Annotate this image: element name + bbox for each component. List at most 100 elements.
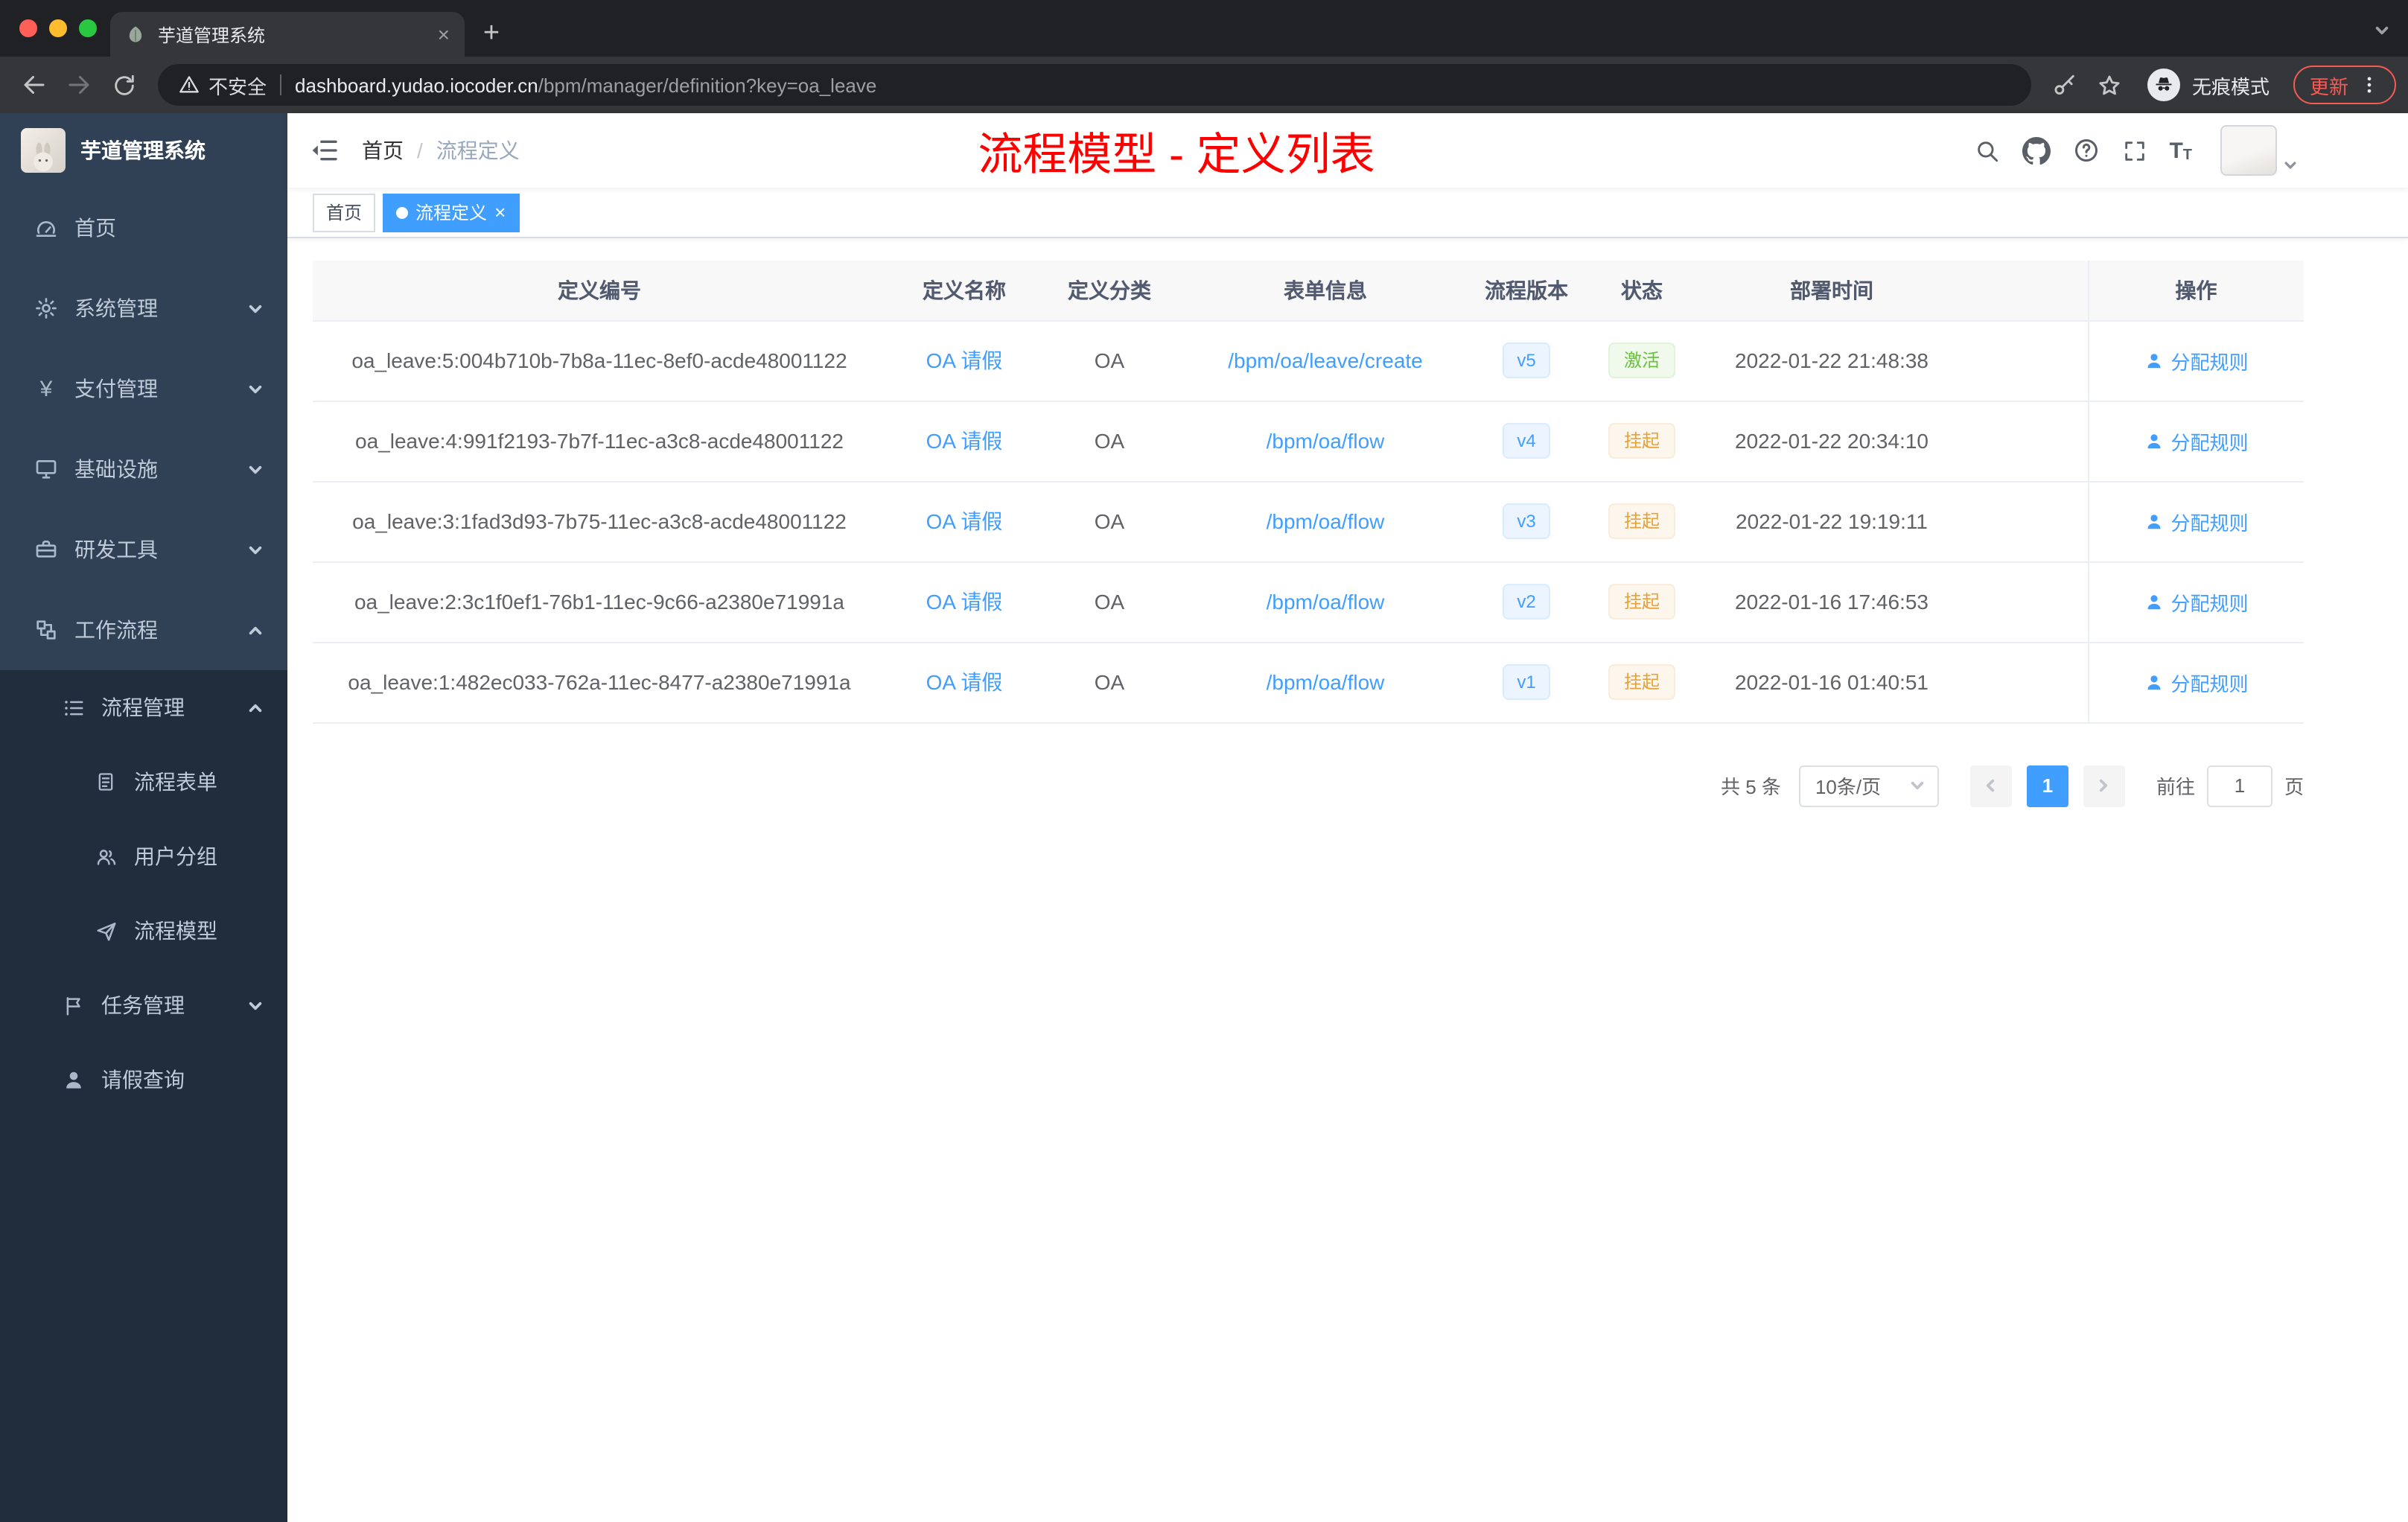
app-logo[interactable]: 芋道管理系统 [0,113,287,188]
page-size-select[interactable]: 10条/页 [1798,765,1939,806]
github-icon[interactable] [2022,136,2051,165]
action-label: 分配规则 [2170,351,2249,373]
sidebar-item-workflow[interactable]: 工作流程 [0,590,287,670]
security-chip[interactable]: 不安全 [179,71,267,99]
user-avatar[interactable] [2220,125,2277,176]
definition-name-link[interactable]: OA 请假 [926,509,1003,533]
status-badge: 挂起 [1608,584,1675,620]
topbar-actions: TT [1974,125,2298,176]
assign-rule-link[interactable]: 分配规则 [2144,427,2249,455]
warning-icon [179,76,199,93]
close-window-button[interactable] [19,19,37,37]
definition-name-link[interactable]: OA 请假 [926,590,1003,614]
sidebar-item-process-mgmt[interactable]: 流程管理 [0,670,287,745]
sidebar-item-task-mgmt[interactable]: 任务管理 [0,968,287,1042]
browser-tab[interactable]: 芋道管理系统 × [110,12,465,57]
font-size-icon[interactable]: TT [2169,138,2192,163]
next-page-button[interactable] [2083,765,2125,806]
tab-search-chevron-icon[interactable] [2374,19,2390,46]
sidebar-toggle-icon[interactable] [287,136,362,165]
pagination-total: 共 5 条 [1721,776,1781,798]
definition-id: oa_leave:1:482ec033-762a-11ec-8477-a2380… [313,642,886,723]
definition-category: OA [1042,320,1176,401]
active-dot [396,206,409,218]
url-path: /bpm/manager/definition?key=oa_leave [538,74,877,96]
search-icon[interactable] [1974,138,1999,163]
new-tab-button[interactable]: + [471,13,512,55]
sidebar-item-process-model[interactable]: 流程模型 [0,894,287,968]
sidebar-item-infrastructure[interactable]: 基础设施 [0,429,287,509]
tag-home[interactable]: 首页 [313,193,376,232]
toolbox-icon [33,538,60,561]
chevron-down-icon [247,997,264,1013]
table-row: oa_leave:2:3c1f0ef1-76b1-11ec-9c66-a2380… [313,561,2304,643]
form-link[interactable]: /bpm/oa/flow [1267,429,1385,453]
form-link[interactable]: /bpm/oa/leave/create [1228,348,1423,372]
col-spacer [1958,261,2088,321]
sidebar-item-label: 流程表单 [134,770,217,794]
forward-icon[interactable] [57,63,101,107]
definition-name-link[interactable]: OA 请假 [926,348,1003,372]
sidebar-item-payment-mgmt[interactable]: ¥ 支付管理 [0,348,287,429]
version-badge: v2 [1502,584,1551,620]
fullscreen-icon[interactable] [2121,138,2147,163]
gear-icon [33,296,60,320]
form-link[interactable]: /bpm/oa/flow [1267,670,1385,694]
sidebar-item-system-mgmt[interactable]: 系统管理 [0,268,287,348]
browser-menu-dots-icon[interactable] [2359,74,2380,95]
content-area: 首页 / 流程定义 流程模型 - 定义列表 T T 首页 流程定义 × 定义编号… [287,113,2408,1522]
goto-page-input[interactable] [2206,765,2272,806]
deploy-time: 2022-01-16 01:40:51 [1705,642,1958,723]
tag-close-icon[interactable]: × [494,203,506,222]
definition-name-link[interactable]: OA 请假 [926,670,1003,694]
tab-title: 芋道管理系统 [158,25,266,45]
table-row: oa_leave:3:1fad3d93-7b75-11ec-a3c8-acde4… [313,481,2304,562]
spacer-cell [1958,481,2088,562]
definition-id: oa_leave:2:3c1f0ef1-76b1-11ec-9c66-a2380… [313,561,886,643]
zoom-window-button[interactable] [79,19,97,37]
sidebar-item-label: 系统管理 [74,296,158,320]
chevron-up-icon [247,622,264,638]
url-host: dashboard.yudao.iocoder.cn [295,74,538,96]
paper-plane-icon [92,920,119,942]
sidebar-item-label: 流程模型 [134,919,217,943]
form-link[interactable]: /bpm/oa/flow [1267,509,1385,533]
back-icon[interactable] [12,63,57,107]
page-title: 流程模型 - 定义列表 [978,131,1375,180]
sidebar-item-user-group[interactable]: 用户分组 [0,819,287,894]
assign-rule-link[interactable]: 分配规则 [2144,507,2249,535]
col-definition-category: 定义分类 [1042,261,1176,321]
browser-window: 芋道管理系统 × + 不安全 dashboard.yudao.iocoder.c… [0,0,2408,1522]
assign-rule-link[interactable]: 分配规则 [2144,668,2249,696]
chrome-update-button[interactable]: 更新 [2293,66,2396,104]
sidebar-item-label: 支付管理 [74,377,158,401]
bookmark-star-icon[interactable] [2088,63,2133,107]
breadcrumb-home[interactable]: 首页 [362,136,404,165]
help-icon[interactable] [2072,137,2099,164]
sidebar-item-home[interactable]: 首页 [0,188,287,268]
definition-name-link[interactable]: OA 请假 [926,429,1003,453]
incognito-icon [2147,69,2180,101]
user-menu[interactable] [2220,125,2298,176]
minimize-window-button[interactable] [49,19,67,37]
assign-rule-link[interactable]: 分配规则 [2144,588,2249,616]
assign-rule-link[interactable]: 分配规则 [2144,346,2249,375]
address-bar[interactable]: 不安全 dashboard.yudao.iocoder.cn/bpm/manag… [158,64,2031,106]
page-number-button[interactable]: 1 [2026,765,2068,806]
tag-process-definition[interactable]: 流程定义 × [383,193,520,232]
reload-icon[interactable] [101,63,146,107]
chevron-down-icon [247,461,264,477]
password-key-icon[interactable] [2043,63,2088,107]
sidebar-item-dev-tools[interactable]: 研发工具 [0,509,287,590]
status-badge: 挂起 [1608,503,1675,539]
sidebar-item-label: 用户分组 [134,844,217,868]
col-form-info: 表单信息 [1176,261,1474,321]
prev-page-button[interactable] [1969,765,2012,806]
table-row: oa_leave:1:482ec033-762a-11ec-8477-a2380… [313,642,2304,723]
sidebar-item-label: 首页 [74,216,116,240]
topbar: 首页 / 流程定义 流程模型 - 定义列表 T T [287,113,2408,188]
tab-close-icon[interactable]: × [438,24,450,45]
sidebar-item-leave-query[interactable]: 请假查询 [0,1042,287,1117]
sidebar-item-process-form[interactable]: 流程表单 [0,745,287,819]
form-link[interactable]: /bpm/oa/flow [1267,590,1385,614]
